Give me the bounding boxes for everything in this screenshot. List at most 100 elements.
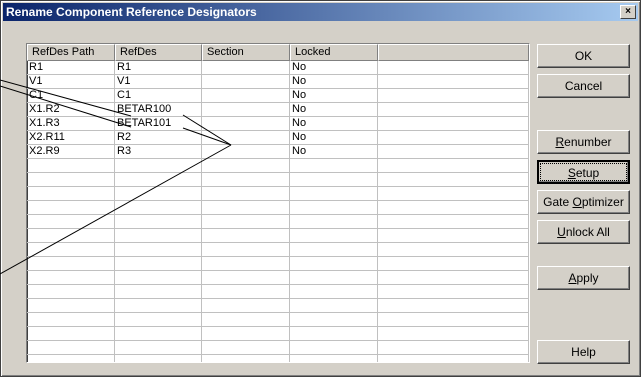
cell-refdes-path[interactable]: X1.R3 xyxy=(27,117,115,130)
cell-section[interactable] xyxy=(202,201,290,214)
table-row[interactable] xyxy=(27,257,529,271)
cell-refdes[interactable]: R2 xyxy=(115,131,202,144)
cell-refdes-path[interactable] xyxy=(27,299,115,312)
cell-locked[interactable]: No xyxy=(290,89,378,102)
cell-refdes-path[interactable] xyxy=(27,159,115,172)
refdes-grid[interactable]: RefDes Path RefDes Section Locked R1 R1 No… xyxy=(26,43,530,363)
cell-refdes[interactable]: V1 xyxy=(115,75,202,88)
cell-extra[interactable] xyxy=(378,61,529,74)
table-row[interactable]: X1.R2 BETAR100 No xyxy=(27,103,529,117)
cell-locked[interactable] xyxy=(290,299,378,312)
cell-locked[interactable] xyxy=(290,229,378,242)
cell-extra[interactable] xyxy=(378,257,529,270)
apply-button[interactable]: Apply xyxy=(537,266,630,290)
cell-section[interactable] xyxy=(202,103,290,116)
table-row[interactable] xyxy=(27,173,529,187)
cell-refdes-path[interactable] xyxy=(27,327,115,340)
cell-extra[interactable] xyxy=(378,327,529,340)
cell-refdes[interactable] xyxy=(115,285,202,298)
cell-refdes-path[interactable]: V1 xyxy=(27,75,115,88)
cell-locked[interactable] xyxy=(290,159,378,172)
cell-section[interactable] xyxy=(202,341,290,354)
table-row[interactable] xyxy=(27,187,529,201)
cell-section[interactable] xyxy=(202,131,290,144)
cell-section[interactable] xyxy=(202,61,290,74)
cell-refdes[interactable] xyxy=(115,355,202,362)
cell-locked[interactable] xyxy=(290,313,378,326)
cell-extra[interactable] xyxy=(378,201,529,214)
table-row[interactable]: X2.R9 R3 No xyxy=(27,145,529,159)
cell-section[interactable] xyxy=(202,257,290,270)
column-header-section[interactable]: Section xyxy=(202,44,290,61)
cell-section[interactable] xyxy=(202,187,290,200)
cell-refdes[interactable]: C1 xyxy=(115,89,202,102)
cell-locked[interactable] xyxy=(290,355,378,362)
cell-section[interactable] xyxy=(202,89,290,102)
cell-refdes-path[interactable]: C1 xyxy=(27,89,115,102)
cell-locked[interactable] xyxy=(290,187,378,200)
column-header-refdes-path[interactable]: RefDes Path xyxy=(27,44,115,61)
cancel-button[interactable]: Cancel xyxy=(537,74,630,98)
cell-locked[interactable] xyxy=(290,201,378,214)
unlock-all-button[interactable]: Unlock All xyxy=(537,220,630,244)
cell-section[interactable] xyxy=(202,117,290,130)
cell-locked[interactable]: No xyxy=(290,75,378,88)
cell-refdes[interactable] xyxy=(115,257,202,270)
cell-section[interactable] xyxy=(202,285,290,298)
cell-refdes[interactable] xyxy=(115,271,202,284)
cell-extra[interactable] xyxy=(378,103,529,116)
cell-refdes-path[interactable] xyxy=(27,173,115,186)
cell-locked[interactable]: No xyxy=(290,131,378,144)
cell-locked[interactable] xyxy=(290,285,378,298)
cell-refdes[interactable] xyxy=(115,187,202,200)
table-row[interactable] xyxy=(27,299,529,313)
cell-refdes[interactable]: BETAR100 xyxy=(115,103,202,116)
cell-refdes[interactable] xyxy=(115,341,202,354)
cell-extra[interactable] xyxy=(378,187,529,200)
cell-section[interactable] xyxy=(202,159,290,172)
gate-optimizer-button[interactable]: Gate Optimizer xyxy=(537,190,630,214)
cell-section[interactable] xyxy=(202,313,290,326)
table-row[interactable] xyxy=(27,243,529,257)
cell-section[interactable] xyxy=(202,229,290,242)
cell-refdes-path[interactable] xyxy=(27,341,115,354)
cell-extra[interactable] xyxy=(378,313,529,326)
cell-refdes[interactable]: R1 xyxy=(115,61,202,74)
cell-section[interactable] xyxy=(202,243,290,256)
cell-extra[interactable] xyxy=(378,145,529,158)
cell-refdes[interactable] xyxy=(115,299,202,312)
table-row[interactable] xyxy=(27,355,529,362)
cell-locked[interactable] xyxy=(290,257,378,270)
column-header-extra[interactable] xyxy=(378,44,529,61)
cell-refdes[interactable] xyxy=(115,215,202,228)
setup-button[interactable]: Setup xyxy=(537,160,630,184)
cell-extra[interactable] xyxy=(378,229,529,242)
cell-locked[interactable] xyxy=(290,327,378,340)
cell-section[interactable] xyxy=(202,327,290,340)
cell-locked[interactable]: No xyxy=(290,117,378,130)
cell-refdes[interactable] xyxy=(115,201,202,214)
cell-refdes-path[interactable] xyxy=(27,229,115,242)
cell-refdes-path[interactable]: X2.R9 xyxy=(27,145,115,158)
cell-locked[interactable] xyxy=(290,341,378,354)
cell-locked[interactable]: No xyxy=(290,61,378,74)
cell-section[interactable] xyxy=(202,355,290,362)
close-icon[interactable]: × xyxy=(620,5,636,19)
cell-locked[interactable] xyxy=(290,215,378,228)
cell-locked[interactable]: No xyxy=(290,145,378,158)
table-row[interactable]: X2.R11 R2 No xyxy=(27,131,529,145)
cell-refdes-path[interactable] xyxy=(27,201,115,214)
cell-extra[interactable] xyxy=(378,215,529,228)
cell-refdes-path[interactable]: X2.R11 xyxy=(27,131,115,144)
table-row[interactable]: C1 C1 No xyxy=(27,89,529,103)
cell-refdes-path[interactable] xyxy=(27,271,115,284)
cell-refdes-path[interactable]: R1 xyxy=(27,61,115,74)
cell-section[interactable] xyxy=(202,271,290,284)
cell-refdes-path[interactable] xyxy=(27,187,115,200)
cell-refdes[interactable] xyxy=(115,327,202,340)
cell-extra[interactable] xyxy=(378,159,529,172)
cell-refdes[interactable]: R3 xyxy=(115,145,202,158)
cell-refdes-path[interactable] xyxy=(27,313,115,326)
table-row[interactable] xyxy=(27,159,529,173)
cell-refdes-path[interactable] xyxy=(27,355,115,362)
